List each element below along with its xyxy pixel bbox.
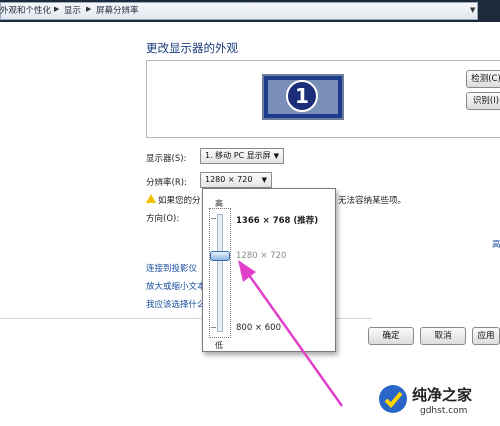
watermark-brand: 纯净之家 <box>412 386 473 404</box>
annotation-arrow-shaft <box>242 267 344 407</box>
annotation-arrow-head <box>238 260 256 282</box>
watermark-url: gdhst.com <box>420 406 468 416</box>
brand-logo-icon <box>379 385 407 413</box>
annotation-arrow <box>238 260 344 407</box>
